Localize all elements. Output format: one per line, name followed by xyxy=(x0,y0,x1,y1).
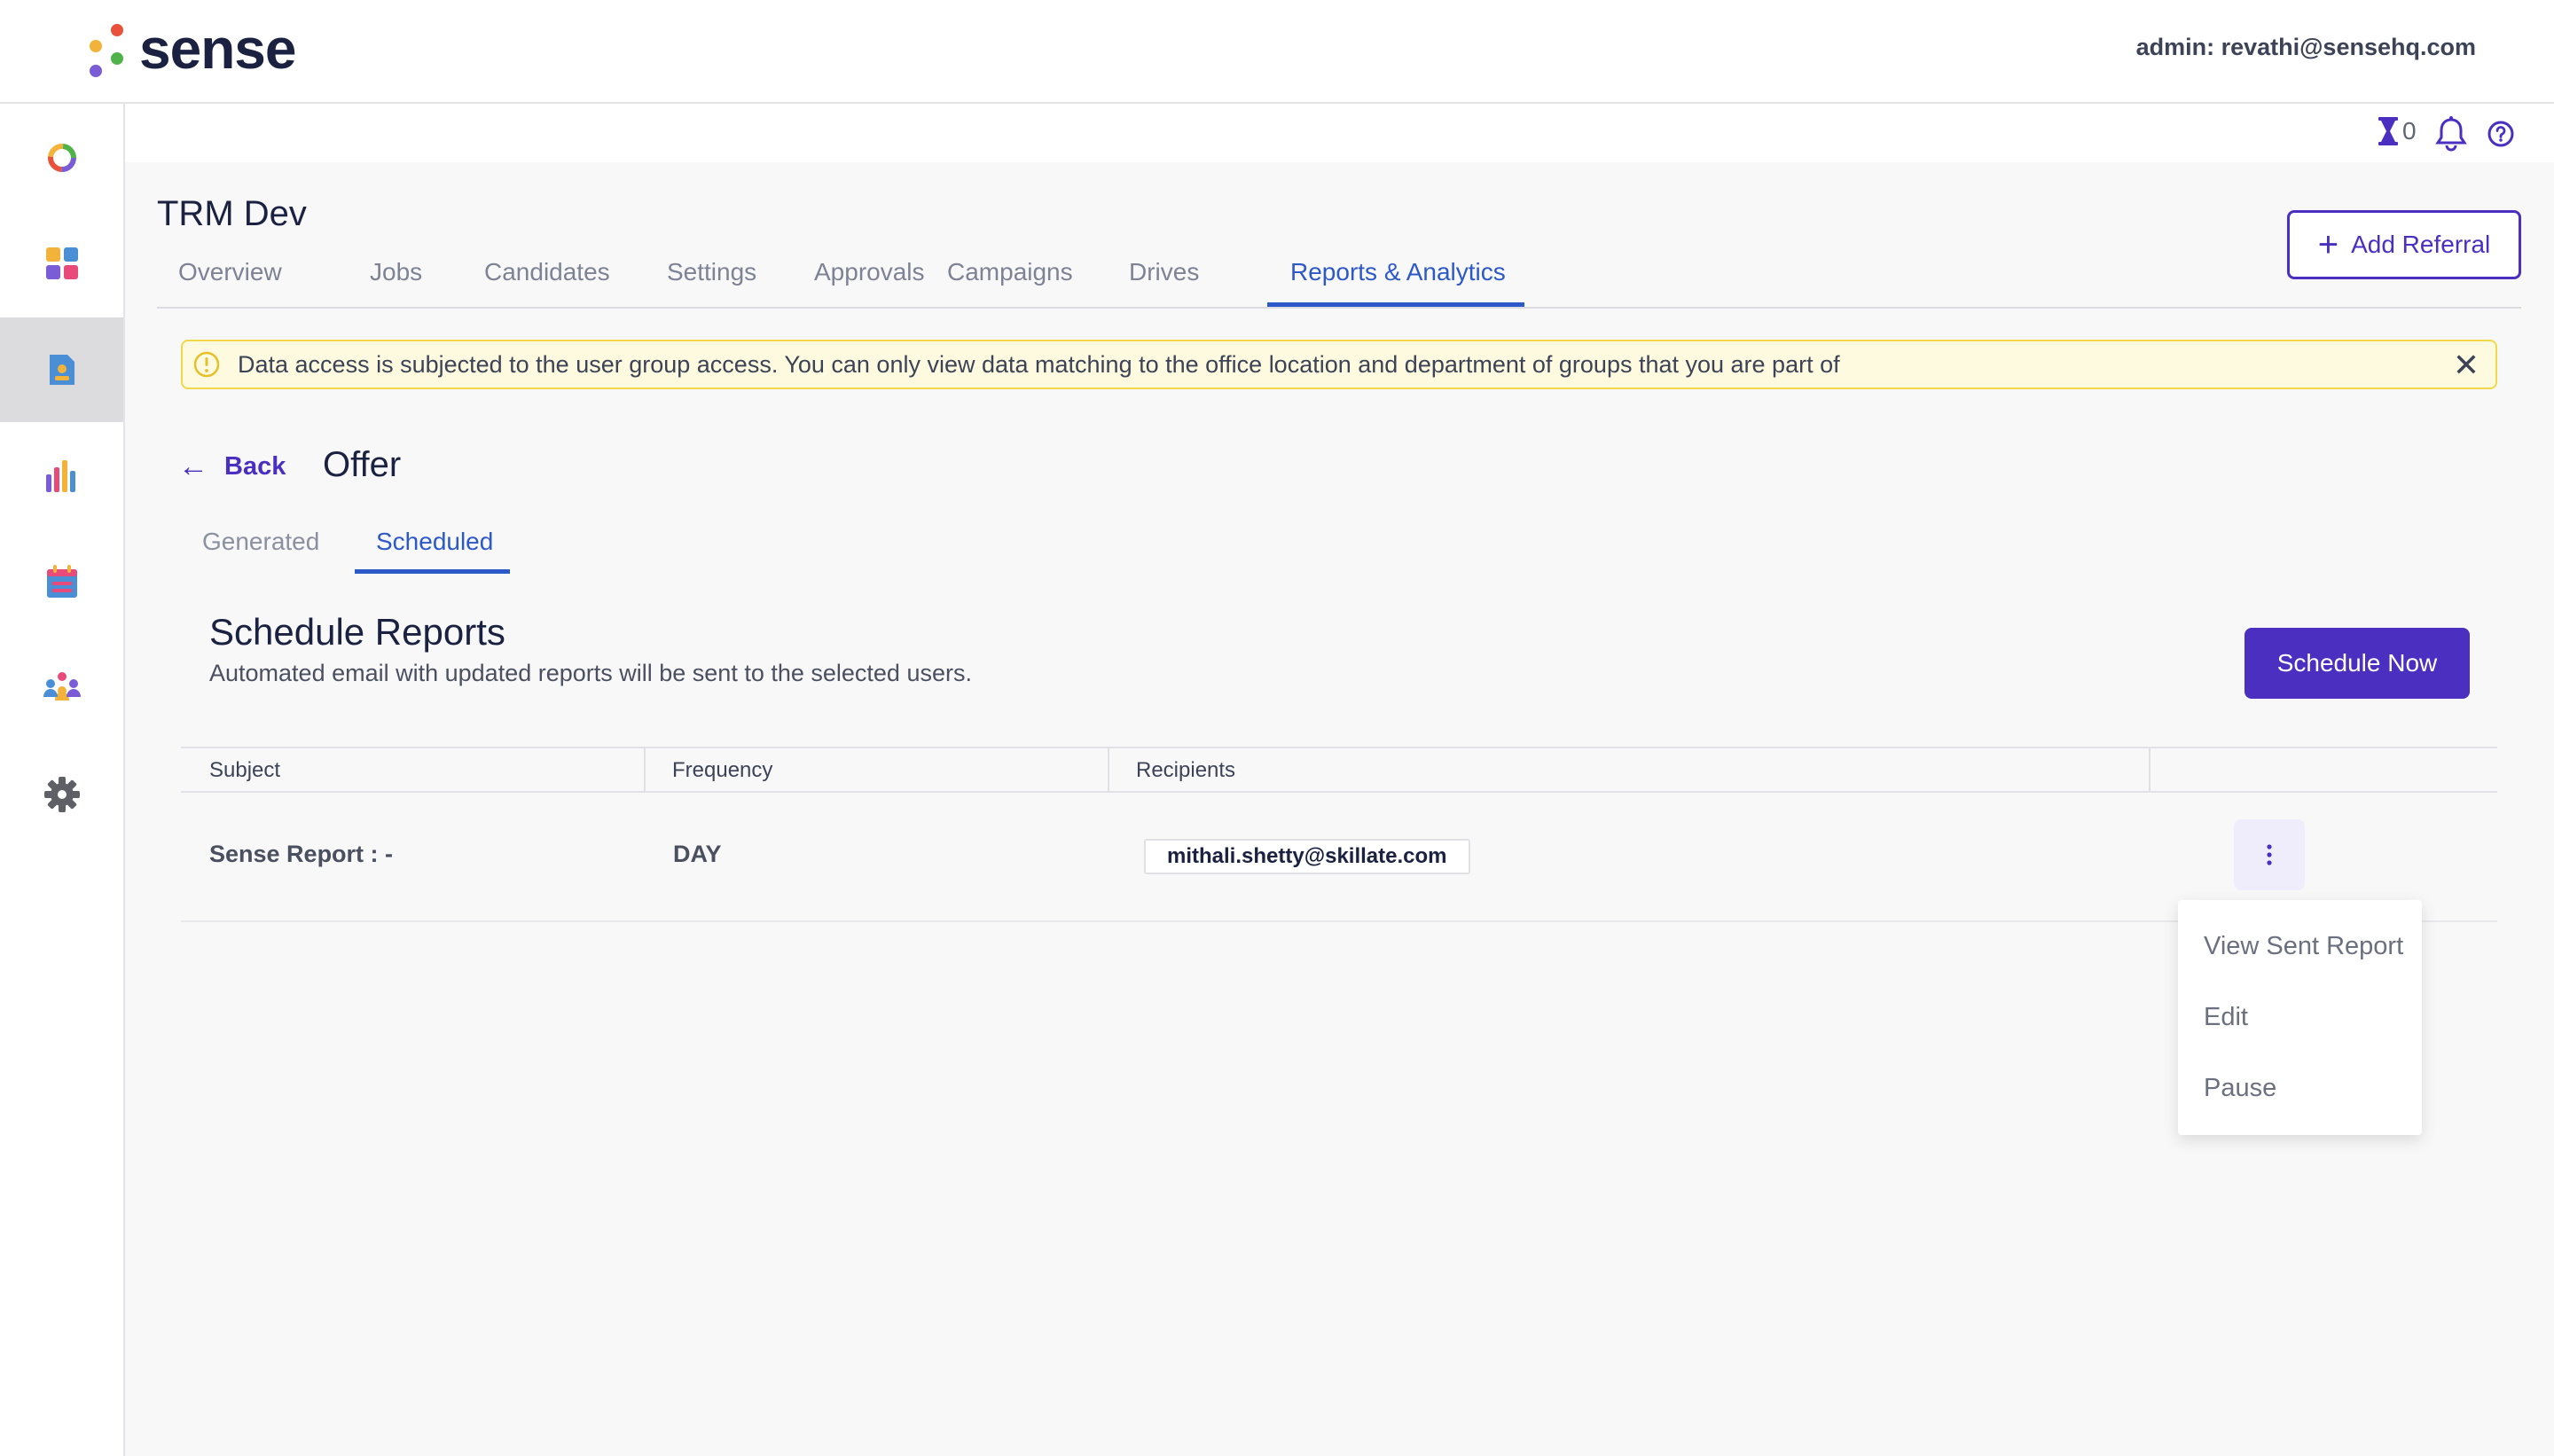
analytics-bars-icon xyxy=(45,460,75,492)
tab-approvals[interactable]: Approvals xyxy=(814,258,925,286)
main-tabs: Overview Jobs Candidates Settings Approv… xyxy=(157,247,2521,309)
info-icon xyxy=(193,351,220,378)
subtab-generated[interactable]: Generated xyxy=(202,528,319,556)
row-actions-button[interactable] xyxy=(2234,819,2305,890)
hourglass-counter[interactable]: 0 xyxy=(2378,116,2417,146)
menu-item-pause[interactable]: Pause xyxy=(2204,1074,2276,1103)
hourglass-icon xyxy=(2378,117,2398,145)
sidebar-item-analytics[interactable] xyxy=(0,424,123,528)
table-row: Sense Report : - DAY mithali.shetty@skil… xyxy=(181,793,2497,922)
tab-candidates[interactable]: Candidates xyxy=(484,258,610,286)
calendar-icon xyxy=(46,565,77,598)
column-header-subject: Subject xyxy=(209,758,281,782)
help-button[interactable] xyxy=(2487,121,2514,147)
hourglass-count: 0 xyxy=(2402,117,2417,145)
column-divider xyxy=(1108,748,1109,793)
help-circle-icon xyxy=(2487,121,2514,147)
brand-logo[interactable]: sense xyxy=(84,17,296,81)
subtab-scheduled[interactable]: Scheduled xyxy=(376,528,493,556)
scheduled-reports-table: Subject Frequency Recipients Sense Repor… xyxy=(181,747,2497,922)
donut-chart-icon xyxy=(47,144,76,172)
settings-gear-icon xyxy=(43,777,80,812)
column-divider xyxy=(2149,748,2151,793)
column-header-frequency: Frequency xyxy=(672,758,773,782)
sidebar-item-dashboard[interactable] xyxy=(0,106,123,210)
recipient-chip: mithali.shetty@skillate.com xyxy=(1144,839,1470,874)
sidebar-item-apps[interactable] xyxy=(0,211,123,316)
table-header: Subject Frequency Recipients xyxy=(181,747,2497,793)
dashboard-grid-icon xyxy=(45,247,78,279)
column-header-recipients: Recipients xyxy=(1136,758,1236,782)
tab-jobs[interactable]: Jobs xyxy=(370,258,422,286)
schedule-now-button[interactable]: Schedule Now xyxy=(2245,628,2470,699)
active-tab-indicator xyxy=(1267,302,1524,307)
sidebar-item-settings[interactable] xyxy=(0,742,123,847)
sidebar-item-reports[interactable] xyxy=(0,317,123,422)
people-group-icon xyxy=(43,672,81,701)
report-document-icon xyxy=(49,355,74,385)
notice-text: Data access is subjected to the user gro… xyxy=(238,351,1840,378)
cell-frequency: DAY xyxy=(673,841,722,867)
column-divider xyxy=(644,748,646,793)
sidebar-item-calendar[interactable] xyxy=(0,529,123,634)
tab-reports-analytics[interactable]: Reports & Analytics xyxy=(1290,258,1506,286)
menu-item-edit[interactable]: Edit xyxy=(2204,1003,2248,1032)
close-icon[interactable]: ✕ xyxy=(2453,347,2480,384)
main-content: 0 TRM Dev + Add Referral Overview Jobs C… xyxy=(125,104,2554,1456)
arrow-left-icon: ← xyxy=(178,450,208,483)
report-title: Offer xyxy=(323,445,402,484)
sidebar xyxy=(0,104,125,1456)
menu-item-view-sent-report[interactable]: View Sent Report xyxy=(2204,932,2403,961)
bell-icon xyxy=(2435,116,2467,152)
tab-drives[interactable]: Drives xyxy=(1129,258,1199,286)
utility-bar: 0 xyxy=(125,104,2554,162)
tab-settings[interactable]: Settings xyxy=(667,258,756,286)
page-title: TRM Dev xyxy=(157,194,307,233)
brand-name: sense xyxy=(139,17,296,81)
data-access-notice: Data access is subjected to the user gro… xyxy=(181,340,2497,389)
back-label: Back xyxy=(224,451,286,481)
schedule-reports-title: Schedule Reports xyxy=(209,611,505,653)
tab-overview[interactable]: Overview xyxy=(178,258,282,286)
schedule-reports-subtitle: Automated email with updated reports wil… xyxy=(209,660,972,686)
back-button[interactable]: ← Back xyxy=(178,451,286,481)
cell-subject: Sense Report : - xyxy=(209,841,394,867)
sidebar-item-people[interactable] xyxy=(0,636,123,740)
logo-dots-icon xyxy=(84,20,125,77)
active-subtab-indicator xyxy=(355,569,510,574)
admin-account-label[interactable]: admin: revathi@sensehq.com xyxy=(2136,34,2476,61)
row-actions-menu: View Sent Report Edit Pause xyxy=(2178,900,2422,1135)
top-header: sense admin: revathi@sensehq.com xyxy=(0,0,2554,104)
more-vertical-icon xyxy=(2267,844,2272,865)
notifications-button[interactable] xyxy=(2434,116,2468,152)
tab-campaigns[interactable]: Campaigns xyxy=(947,258,1073,286)
